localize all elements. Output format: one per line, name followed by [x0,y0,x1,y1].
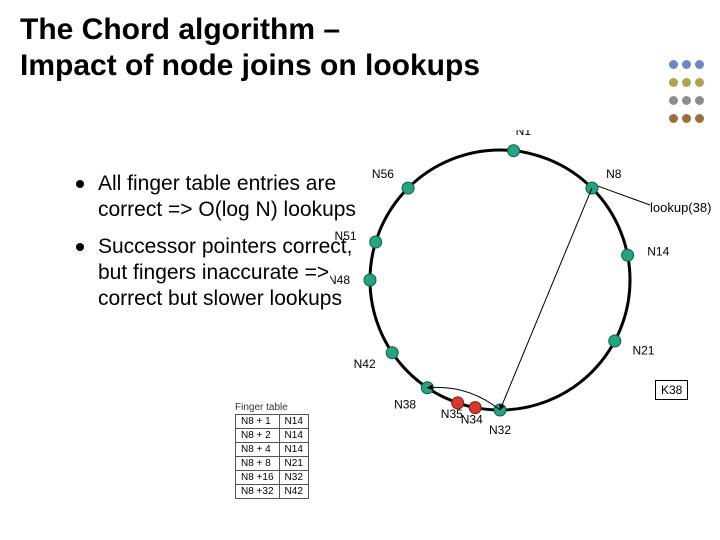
node-dot [609,335,621,347]
node-label: N51 [335,229,357,243]
lookup-label: lookup(38) [650,200,711,215]
node-dot [402,182,414,194]
node-dot [370,236,382,248]
new-node-label: N35 [441,407,463,421]
title-line-1: The Chord algorithm – [20,13,340,46]
new-node-label: N34 [461,412,483,426]
table-row: N8 +32N42 [236,485,309,499]
lookup-arrow [500,188,592,410]
finger-table-caption: Finger table [235,402,309,414]
bullet-item: All finger table entries are correct => … [76,171,366,224]
node-dot [386,347,398,359]
bullet-item: Successor pointers correct, but fingers … [76,234,366,313]
title-line-2: Impact of node joins on lookups [20,49,480,82]
node-label: N8 [606,167,622,181]
table-row: N8 + 4N14 [236,443,309,457]
table-row: N8 + 2N14 [236,429,309,443]
node-label: N1 [516,130,532,138]
node-dot [364,274,376,286]
node-label: N56 [372,167,394,181]
node-label: N38 [394,397,416,411]
node-label: N42 [354,357,376,371]
table-row: N8 + 1N14 [236,415,309,429]
bullet-list: All finger table entries are correct => … [36,171,366,322]
decorative-dot-grid [667,58,706,130]
slide-title: The Chord algorithm – Impact of node joi… [20,12,480,84]
lookup-arrow [427,387,500,410]
node-dot [622,249,634,261]
chord-ring-diagram: N1 N8 N14 N21 N32 N38 N42 N48 N51 N56 N34N35 [330,130,710,510]
node-dot [586,182,598,194]
node-label: N14 [647,244,669,258]
node-label: N21 [632,343,654,357]
node-dot [508,145,520,157]
finger-table: Finger table N8 + 1N14 N8 + 2N14 N8 + 4N… [235,402,309,499]
node-label: N32 [489,423,511,437]
table-row: N8 + 8N21 [236,457,309,471]
key-box: K38 [655,380,688,400]
table-row: N8 +16N32 [236,471,309,485]
node-label: N48 [330,273,350,287]
